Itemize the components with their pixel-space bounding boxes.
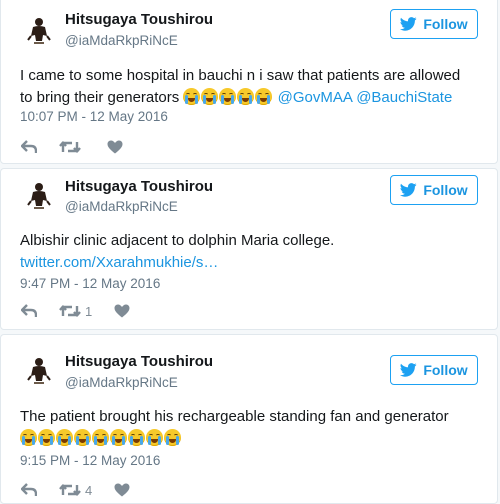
reply-icon [21, 304, 37, 318]
follow-label: Follow [423, 362, 468, 378]
retweet-count: 1 [85, 303, 93, 319]
tweet-timestamp[interactable]: 10:07 PM - 12 May 2016 [20, 109, 168, 124]
reply-icon [21, 483, 37, 497]
follow-label: Follow [423, 182, 468, 198]
like-button[interactable] [107, 140, 123, 154]
loudly-crying-face-icon [92, 429, 109, 446]
author-handle[interactable]: @iaMdaRkpRiNcE [65, 375, 178, 390]
loudly-crying-face-icon [74, 429, 91, 446]
follow-button[interactable]: Follow [390, 355, 478, 385]
tweet-timestamp[interactable]: 9:47 PM - 12 May 2016 [20, 276, 160, 291]
author-handle[interactable]: @iaMdaRkpRiNcE [65, 199, 178, 214]
retweet-icon [59, 304, 81, 318]
emoji-group [183, 88, 277, 106]
face-with-tears-of-joy-icon [146, 429, 163, 446]
avatar[interactable] [22, 178, 56, 212]
author-name[interactable]: Hitsugaya Toushirou [65, 11, 213, 28]
reply-button[interactable] [21, 483, 37, 497]
avatar[interactable] [22, 353, 56, 387]
mention-link[interactable]: @BauchiState [356, 89, 452, 106]
emoji-group [20, 429, 182, 447]
loudly-crying-face-icon [20, 429, 37, 446]
tweet-text-line: The patient brought his rechargeable sta… [20, 408, 449, 425]
face-with-tears-of-joy-icon [110, 429, 127, 446]
tweet-card: Hitsugaya Toushirou @iaMdaRkpRiNcE Follo… [0, 0, 498, 164]
author-handle[interactable]: @iaMdaRkpRiNcE [65, 33, 178, 48]
tweet-actions: 1 [21, 302, 152, 320]
mention-link[interactable]: @GovMAA [278, 89, 352, 106]
loudly-crying-face-icon [219, 88, 237, 105]
face-with-tears-of-joy-icon [164, 429, 181, 446]
tweet-actions: 4 [21, 481, 152, 499]
heart-icon [114, 483, 130, 497]
like-button[interactable] [114, 304, 130, 318]
author-name[interactable]: Hitsugaya Toushirou [65, 178, 213, 195]
twitter-bird-icon [400, 17, 417, 31]
author-name[interactable]: Hitsugaya Toushirou [65, 353, 213, 370]
loudly-crying-face-icon [183, 88, 201, 105]
twitter-bird-icon [400, 363, 417, 377]
tweet-text: The patient brought his rechargeable sta… [20, 406, 490, 450]
follow-label: Follow [423, 16, 468, 32]
heart-icon [114, 304, 130, 318]
reply-button[interactable] [21, 140, 37, 154]
tweet-timestamp[interactable]: 9:15 PM - 12 May 2016 [20, 453, 160, 468]
follow-button[interactable]: Follow [390, 175, 478, 205]
face-with-tears-of-joy-icon [128, 429, 145, 446]
loudly-crying-face-icon [255, 88, 273, 105]
heart-icon [107, 140, 123, 154]
retweet-button[interactable]: 1 [59, 304, 92, 319]
tweet-text-line: Albishir clinic adjacent to dolphin Mari… [20, 232, 335, 249]
retweet-icon [59, 140, 81, 154]
tweet-link[interactable]: twitter.com/Xxarahmukhie/s… [20, 254, 218, 271]
reply-icon [21, 140, 37, 154]
avatar[interactable] [22, 13, 56, 47]
reply-button[interactable] [21, 304, 37, 318]
tweet-actions [21, 138, 145, 156]
retweet-button[interactable] [59, 140, 85, 154]
twitter-bird-icon [400, 183, 417, 197]
loudly-crying-face-icon [56, 429, 73, 446]
retweet-button[interactable]: 4 [59, 483, 92, 498]
tweet-card: Hitsugaya Toushirou @iaMdaRkpRiNcE Follo… [0, 334, 498, 504]
like-button[interactable] [114, 483, 130, 497]
follow-button[interactable]: Follow [390, 9, 478, 39]
retweet-icon [59, 483, 81, 497]
tweet-text-line: to bring their generators [20, 89, 180, 106]
tweet-text-line: I came to some hospital in bauchi n i sa… [20, 67, 461, 84]
tweet-text: Albishir clinic adjacent to dolphin Mari… [20, 230, 490, 274]
tweet-text: I came to some hospital in bauchi n i sa… [20, 65, 490, 109]
tweet-card: Hitsugaya Toushirou @iaMdaRkpRiNcE Follo… [0, 168, 498, 330]
loudly-crying-face-icon [201, 88, 219, 105]
loudly-crying-face-icon [38, 429, 55, 446]
retweet-count: 4 [85, 482, 93, 498]
loudly-crying-face-icon [237, 88, 255, 105]
